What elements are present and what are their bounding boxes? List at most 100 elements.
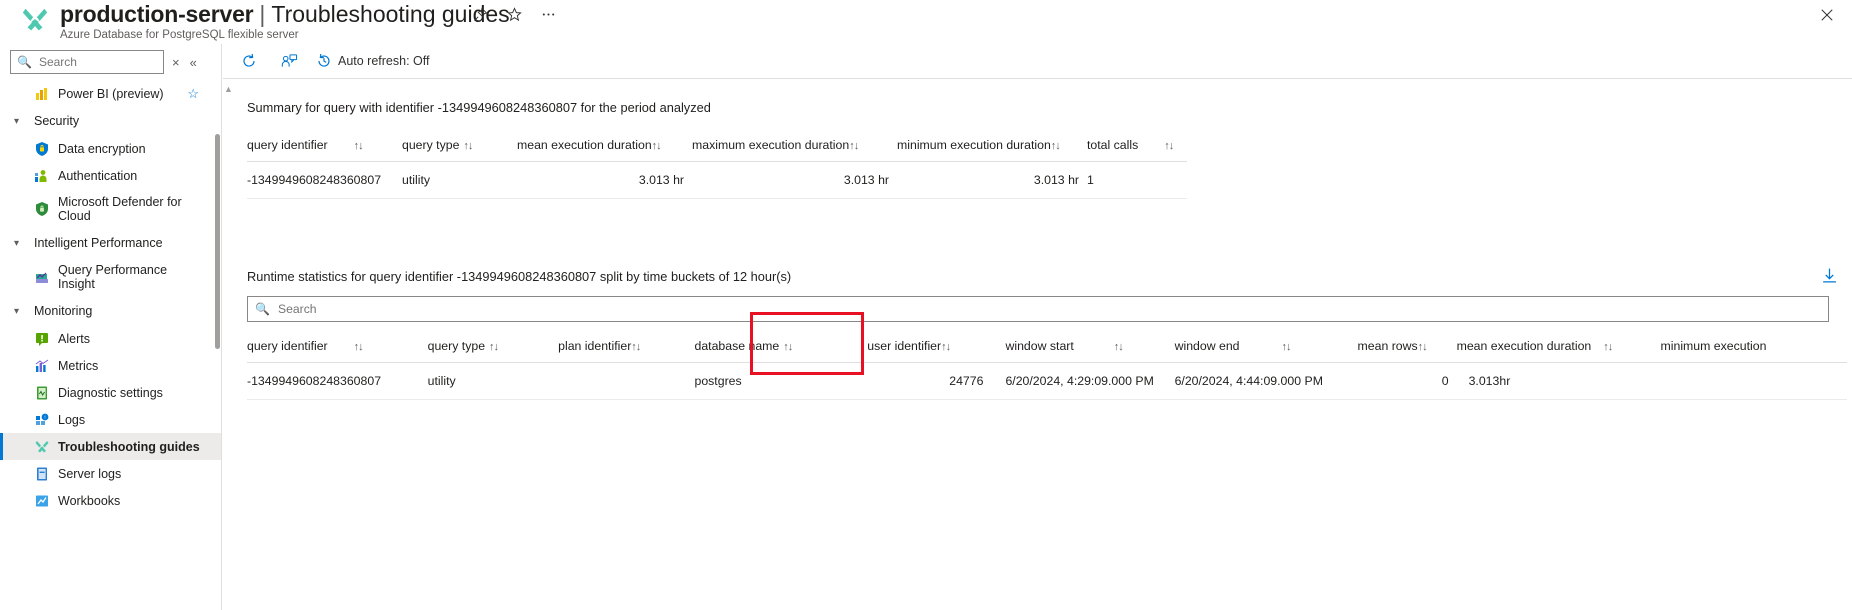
resource-name: production-server (60, 1, 254, 27)
left-navigation: 🔍 × « Power BI (preview) ☆ ▾ (0, 44, 222, 610)
sort-icon: ↑↓ (1417, 341, 1428, 353)
column-label: user identifier (867, 339, 942, 353)
cell-total-calls: 1 (1087, 161, 1187, 199)
sidebar-group-label: Security (34, 114, 80, 128)
download-icon[interactable] (1821, 267, 1838, 289)
column-label: database name (694, 339, 780, 353)
column-header-window-start[interactable]: window start ↑↓ (997, 330, 1175, 363)
workbooks-icon (34, 493, 50, 509)
cell-mean-execution-duration: 3.013 hr (517, 161, 692, 199)
cell-query-identifier: -1349949608248360807 (247, 161, 402, 199)
sort-icon: ↑↓ (849, 140, 859, 152)
sidebar-group-label: Monitoring (34, 304, 93, 318)
column-header-query-type[interactable]: query type ↑↓ (402, 129, 517, 162)
refresh-icon (241, 53, 257, 69)
sidebar-item-metrics[interactable]: Metrics (0, 352, 221, 379)
refresh-button[interactable] (241, 53, 263, 69)
favorite-star-icon[interactable]: ☆ (187, 86, 199, 102)
nav-search-row: 🔍 × « (0, 44, 221, 78)
sidebar-group-monitoring[interactable]: ▾ Monitoring (0, 297, 221, 325)
cell-maximum-execution-duration: 3.013 hr (692, 161, 897, 199)
authentication-icon (34, 168, 50, 184)
nav-search-input[interactable] (36, 54, 157, 70)
sidebar-item-data-encryption[interactable]: Data encryption (0, 135, 221, 162)
column-header-query-type[interactable]: query type ↑↓ (427, 330, 559, 363)
column-header-minimum-execution-duration[interactable]: minimum execution duration↑↓ (897, 129, 1087, 162)
sidebar-item-server-logs[interactable]: Server logs (0, 460, 221, 487)
nav-search-box[interactable]: 🔍 (10, 50, 164, 74)
auto-refresh-button[interactable]: Auto refresh: Off (316, 53, 429, 69)
sort-icon: ↑↓ (463, 140, 473, 152)
sort-icon: ↑↓ (1603, 341, 1613, 353)
pin-icon[interactable] (470, 4, 490, 24)
nav-collapse-button[interactable]: « (188, 55, 199, 70)
runtime-statistics-section: Runtime statistics for query identifier … (223, 199, 1852, 400)
column-header-window-end[interactable]: window end ↑↓ (1174, 330, 1358, 363)
column-label: plan identifier (558, 339, 632, 353)
alerts-icon (34, 331, 50, 347)
column-header-query-identifier[interactable]: query identifier ↑↓ (247, 330, 428, 363)
sidebar-item-alerts[interactable]: Alerts (0, 325, 221, 352)
column-label: query identifier (247, 339, 328, 353)
column-header-user-identifier[interactable]: user identifier↑↓ (855, 330, 998, 363)
sidebar-item-label: Troubleshooting guides (58, 439, 200, 454)
sidebar-item-power-bi[interactable]: Power BI (preview) ☆ (0, 80, 221, 107)
cell-window-end: 6/20/2024, 4:44:09.000 PM (1174, 362, 1358, 400)
column-label: query identifier (247, 138, 328, 152)
column-header-mean-execution-duration[interactable]: mean execution duration↑↓ (517, 129, 692, 162)
sidebar-item-label: Query Performance Insight (58, 263, 168, 291)
column-header-minimum-execution[interactable]: minimum execution (1660, 330, 1847, 363)
column-header-query-identifier[interactable]: query identifier ↑↓ (247, 129, 402, 162)
favorite-star-icon[interactable] (504, 4, 524, 24)
column-header-plan-identifier[interactable]: plan identifier↑↓ (558, 330, 695, 363)
more-options-icon[interactable] (538, 4, 558, 24)
sidebar-item-authentication[interactable]: Authentication (0, 162, 221, 189)
sidebar-item-label: Workbooks (58, 493, 121, 508)
column-header-mean-execution-duration[interactable]: mean execution duration↑↓ (1456, 330, 1661, 363)
sidebar-item-label: Authentication (58, 168, 138, 183)
resource-type-icon (18, 4, 52, 36)
sort-icon: ↑↓ (353, 140, 364, 152)
table-row[interactable]: -1349949608248360807 utility postgres 24… (247, 362, 1847, 400)
sidebar-item-label: Power BI (preview) (58, 86, 164, 101)
wrench-screwdriver-icon (34, 439, 50, 455)
close-icon[interactable] (1816, 4, 1838, 26)
column-header-mean-rows[interactable]: mean rows↑↓ (1357, 330, 1457, 363)
sort-icon: ↑↓ (1281, 341, 1292, 353)
column-header-database-name[interactable]: database name ↑↓ (694, 330, 856, 363)
sidebar-group-intelligent-performance[interactable]: ▾ Intelligent Performance (0, 229, 221, 257)
sidebar-item-diagnostic-settings[interactable]: Diagnostic settings (0, 379, 221, 406)
sort-icon: ↑↓ (353, 341, 364, 353)
runtime-search-box[interactable]: 🔍 (247, 296, 1829, 322)
sidebar-group-security[interactable]: ▾ Security (0, 107, 221, 135)
sort-icon: ↑↓ (1113, 341, 1124, 353)
sidebar-item-troubleshooting-guides[interactable]: Troubleshooting guides (0, 433, 221, 460)
sidebar-item-workbooks[interactable]: Workbooks (0, 487, 221, 514)
sidebar-item-microsoft-defender-for-cloud[interactable]: Microsoft Defender for Cloud (0, 189, 221, 229)
sort-icon: ↑↓ (651, 140, 662, 152)
feedback-button[interactable] (281, 53, 298, 69)
nav-search-clear-button[interactable]: × (170, 55, 182, 70)
cell-database-name: postgres (694, 362, 856, 400)
sidebar-item-logs[interactable]: ! Logs (0, 406, 221, 433)
sidebar-item-query-performance-insight[interactable]: Query Performance Insight (0, 257, 221, 297)
cell-query-type: utility (402, 161, 517, 199)
cell-plan-identifier (558, 362, 695, 400)
page-title: production-server | Troubleshooting guid… (60, 0, 510, 41)
column-header-total-calls[interactable]: total calls ↑↓ (1087, 129, 1187, 162)
runtime-table-header-row: query identifier ↑↓ query type ↑↓ plan ide… (247, 330, 1847, 363)
cell-window-start: 6/20/2024, 4:29:09.000 PM (997, 362, 1175, 400)
chevron-down-icon: ▾ (14, 305, 20, 317)
nav-scrollbar[interactable] (215, 134, 220, 349)
runtime-search-input[interactable] (275, 301, 1821, 317)
column-header-maximum-execution-duration[interactable]: maximum execution duration↑↓ (692, 129, 897, 162)
column-label: maximum execution duration (692, 138, 850, 152)
sidebar-item-label: Server logs (58, 466, 122, 481)
sort-icon: ↑↓ (1164, 140, 1174, 152)
server-logs-icon (34, 466, 50, 482)
table-row[interactable]: -1349949608248360807 utility 3.013 hr 3.… (247, 161, 1187, 199)
sort-icon: ↑↓ (631, 341, 641, 353)
column-label: window end (1174, 339, 1240, 353)
summary-table-header-row: query identifier ↑↓ query type ↑↓ mean exe… (247, 129, 1187, 162)
sidebar-item-label: Logs (58, 412, 86, 427)
